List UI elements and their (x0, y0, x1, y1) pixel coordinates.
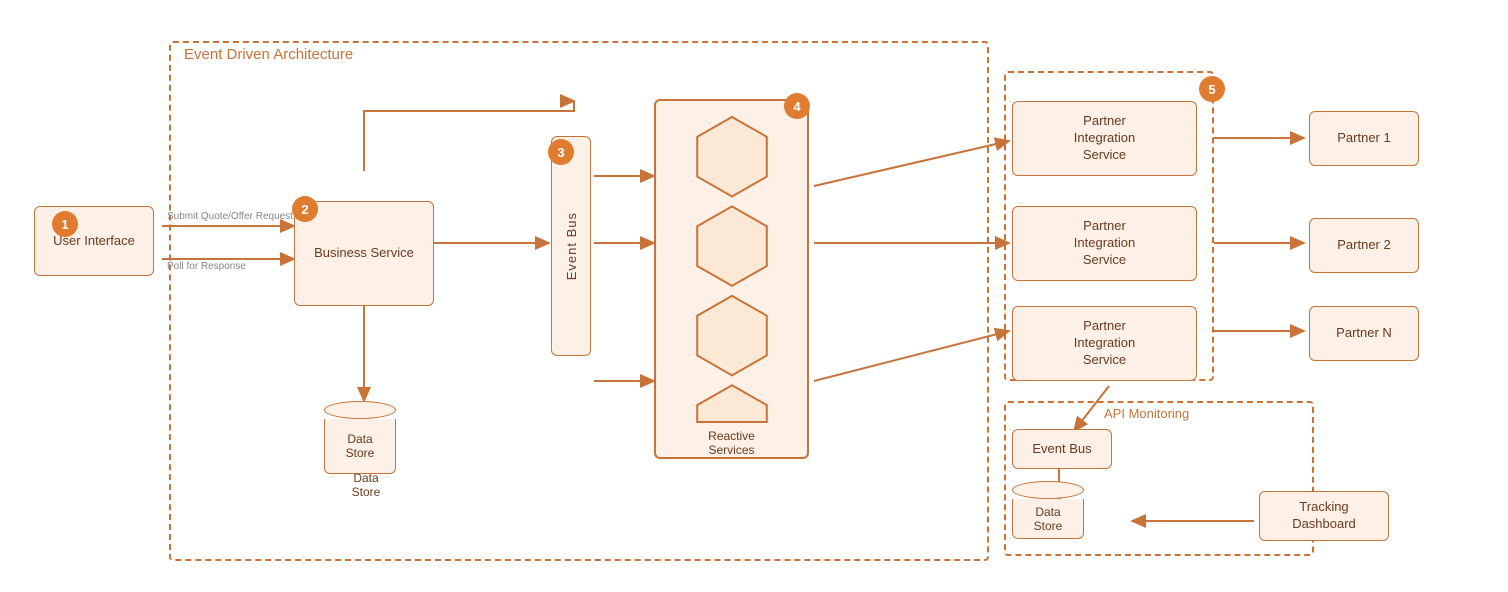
partner-integration-2: Partner Integration Service (1012, 206, 1197, 281)
tracking-dashboard: Tracking Dashboard (1259, 491, 1389, 541)
badge-3: 3 (548, 139, 574, 165)
user-interface-component: User Interface (34, 206, 154, 276)
badge-5: 5 (1199, 76, 1225, 102)
partner-integration-3: Partner Integration Service (1012, 306, 1197, 381)
api-monitoring-label: API Monitoring (1104, 406, 1189, 421)
badge-1: 1 (52, 211, 78, 237)
poll-label: Poll for Response (167, 261, 246, 272)
partner-1: Partner 1 (1309, 111, 1419, 166)
event-bus-api: Event Bus (1012, 429, 1112, 469)
reactive-services-label: Reactive Services (708, 429, 755, 457)
event-bus-component: Event Bus (551, 136, 591, 356)
partner-n: Partner N (1309, 306, 1419, 361)
reactive-services-box: Reactive Services (654, 99, 809, 459)
event-driven-label: Event Driven Architecture (184, 46, 353, 63)
hexagons-svg (687, 109, 777, 427)
data-store-main: Data Store (324, 401, 396, 474)
submit-label: Submit Quote/Offer Request (167, 211, 293, 222)
data-store-api: Data Store (1012, 481, 1084, 539)
architecture-diagram: Event Driven Architecture 1 User Interfa… (14, 11, 1494, 581)
badge-2: 2 (292, 196, 318, 222)
partner-2: Partner 2 (1309, 218, 1419, 273)
badge-4: 4 (784, 93, 810, 119)
partner-integration-1: Partner Integration Service (1012, 101, 1197, 176)
data-store-main-label: DataStore (330, 471, 402, 499)
